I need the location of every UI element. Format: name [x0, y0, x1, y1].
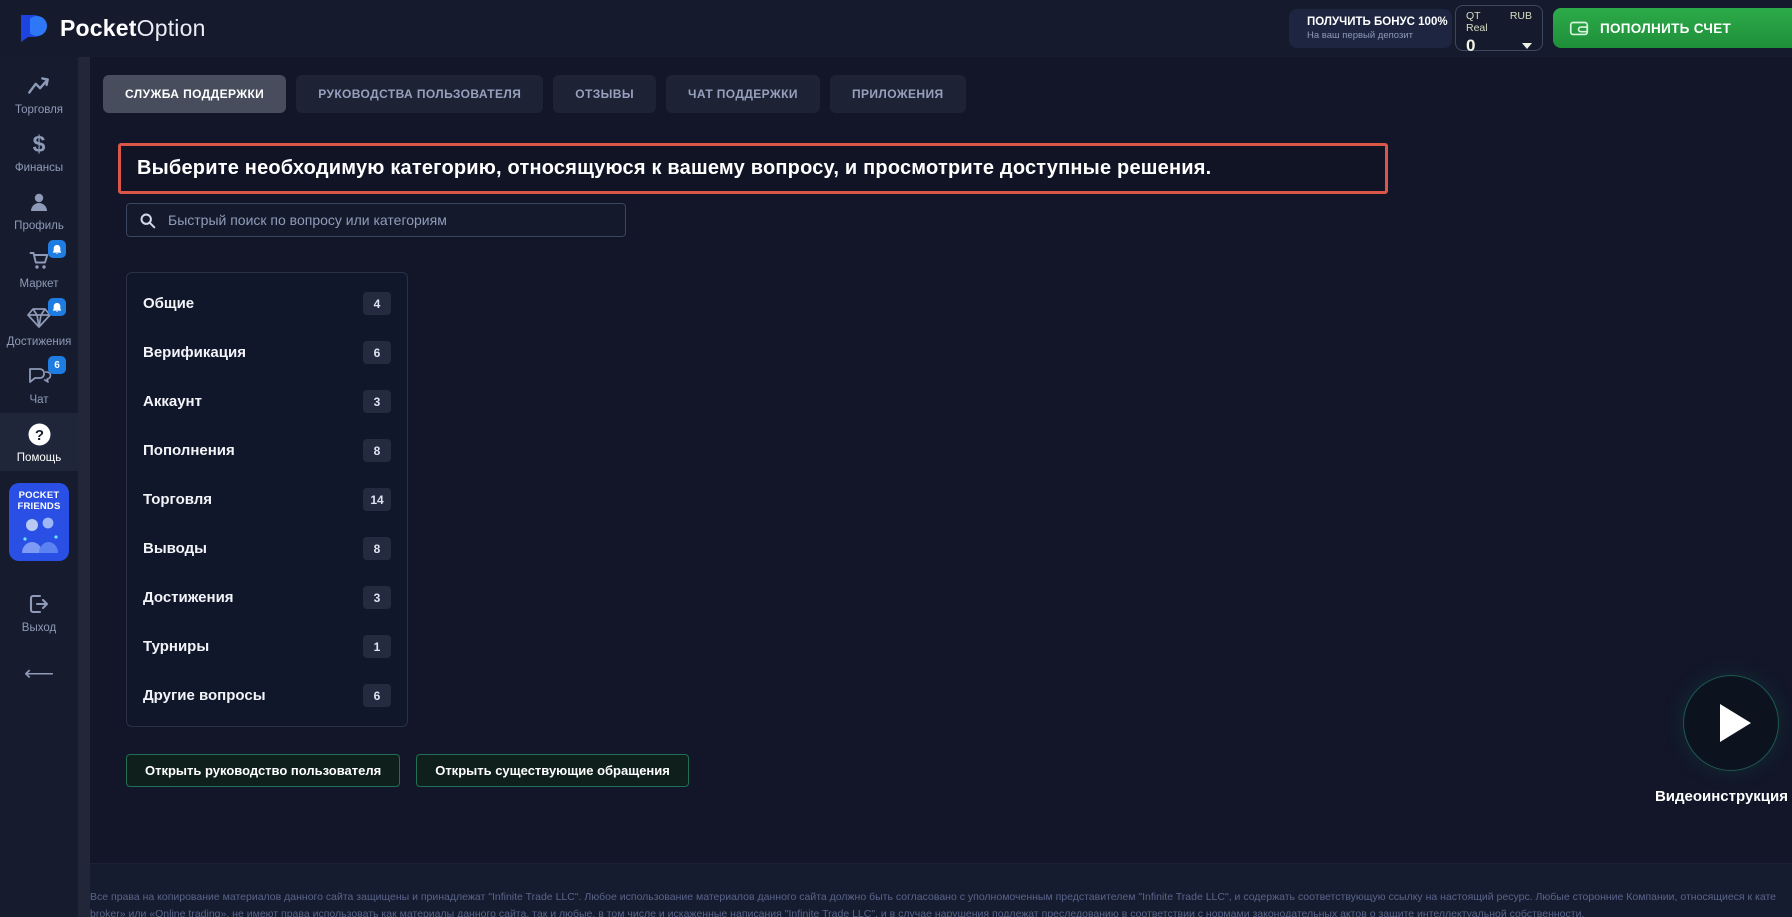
pocket-option-logo-icon: [16, 12, 52, 44]
sidebar-item-label: Торговля: [15, 104, 63, 116]
category-row-other[interactable]: Другие вопросы 6: [127, 671, 407, 720]
sidebar-scroll-track[interactable]: [78, 57, 90, 917]
sidebar-item-finances[interactable]: $ Финансы: [0, 123, 78, 181]
svg-text:?: ?: [34, 427, 43, 444]
help-action-buttons: Открыть руководство пользователя Открыть…: [126, 754, 689, 787]
category-count-badge: 8: [363, 439, 391, 462]
chat-count-badge: 6: [48, 356, 66, 374]
search-input[interactable]: [168, 212, 613, 228]
sidebar-item-profile[interactable]: Профиль: [0, 181, 78, 239]
left-sidebar: Торговля $ Финансы Профиль Маркет: [0, 57, 78, 917]
category-row-tournaments[interactable]: Турниры 1: [127, 622, 407, 671]
footer: Все права на копирование материалов данн…: [0, 863, 1792, 917]
sidebar-item-help[interactable]: ? Помощь: [0, 413, 78, 471]
top-header: PocketOption ПОЛУЧИТЬ БОНУС 100% На ваш …: [0, 0, 1792, 57]
category-count-badge: 6: [363, 684, 391, 707]
collapse-sidebar-icon[interactable]: ⟵: [24, 663, 54, 684]
chart-line-icon: [26, 73, 52, 99]
help-main-content: СЛУЖБА ПОДДЕРЖКИ РУКОВОДСТВА ПОЛЬЗОВАТЕЛ…: [90, 57, 1792, 863]
page-title: Выберите необходимую категорию, относящу…: [137, 157, 1369, 180]
category-count-badge: 14: [363, 488, 391, 511]
brand-logo[interactable]: PocketOption: [16, 12, 206, 44]
sidebar-item-chat[interactable]: 6 Чат: [0, 355, 78, 413]
sidebar-item-label: Маркет: [20, 278, 59, 290]
balance-selector[interactable]: QT Real RUB 0: [1455, 5, 1543, 51]
category-row-withdrawals[interactable]: Выводы 8: [127, 524, 407, 573]
category-row-trading[interactable]: Торговля 14: [127, 475, 407, 524]
chat-bubbles-icon: 6: [26, 363, 52, 389]
sidebar-item-label: Чат: [29, 394, 48, 406]
search-icon: [139, 212, 156, 229]
tab-support-chat[interactable]: ЧАТ ПОДДЕРЖКИ: [666, 75, 820, 113]
help-tabs: СЛУЖБА ПОДДЕРЖКИ РУКОВОДСТВА ПОЛЬЗОВАТЕЛ…: [103, 75, 966, 113]
category-row-verification[interactable]: Верификация 6: [127, 328, 407, 377]
pocket-option-help-page: PocketOption ПОЛУЧИТЬ БОНУС 100% На ваш …: [0, 0, 1792, 917]
dollar-icon: $: [26, 131, 52, 157]
open-existing-tickets-button[interactable]: Открыть существующие обращения: [416, 754, 689, 787]
pocket-friends-illustration: [13, 513, 65, 555]
gem-icon: [26, 305, 52, 331]
balance-amount: 0: [1466, 36, 1475, 56]
video-play-button[interactable]: [1683, 675, 1779, 771]
account-type-label: QT Real: [1466, 10, 1501, 34]
open-user-guide-button[interactable]: Открыть руководство пользователя: [126, 754, 400, 787]
category-count-badge: 3: [363, 586, 391, 609]
search-box[interactable]: [126, 203, 626, 237]
category-row-achievements[interactable]: Достижения 3: [127, 573, 407, 622]
sidebar-item-achievements[interactable]: Достижения: [0, 297, 78, 355]
tab-support-service[interactable]: СЛУЖБА ПОДДЕРЖКИ: [103, 75, 286, 113]
help-icon: ?: [26, 421, 52, 447]
pocket-friends-banner[interactable]: POCKET FRIENDS: [9, 483, 69, 561]
video-instruction-label: Видеоинструкция: [1652, 788, 1788, 805]
cart-icon: [26, 247, 52, 273]
category-count-badge: 4: [363, 292, 391, 315]
category-row-deposits[interactable]: Пополнения 8: [127, 426, 407, 475]
sidebar-item-label: Помощь: [17, 452, 61, 464]
sidebar-item-logout[interactable]: Выход: [0, 583, 78, 641]
category-row-account[interactable]: Аккаунт 3: [127, 377, 407, 426]
pocket-friends-label: POCKET FRIENDS: [17, 491, 60, 513]
bonus-title: ПОЛУЧИТЬ БОНУС 100%: [1307, 16, 1448, 28]
bonus-banner[interactable]: ПОЛУЧИТЬ БОНУС 100% На ваш первый депози…: [1289, 9, 1452, 48]
category-list: Общие 4 Верификация 6 Аккаунт 3 Пополнен…: [126, 272, 408, 727]
currency-label: RUB: [1510, 10, 1532, 34]
logout-icon: [26, 591, 52, 617]
tab-apps[interactable]: ПРИЛОЖЕНИЯ: [830, 75, 966, 113]
category-count-badge: 8: [363, 537, 391, 560]
bell-badge: [48, 298, 66, 316]
bonus-subtitle: На ваш первый депозит: [1307, 30, 1448, 41]
category-count-badge: 3: [363, 390, 391, 413]
sidebar-item-label: Выход: [22, 622, 56, 634]
sidebar-item-label: Профиль: [14, 220, 64, 232]
sidebar-item-market[interactable]: Маркет: [0, 239, 78, 297]
sidebar-item-label: Достижения: [7, 336, 72, 348]
play-icon: [1720, 704, 1751, 742]
user-icon: [26, 189, 52, 215]
bell-badge: [48, 240, 66, 258]
tab-reviews[interactable]: ОТЗЫВЫ: [553, 75, 656, 113]
category-count-badge: 1: [363, 635, 391, 658]
category-count-badge: 6: [363, 341, 391, 364]
wallet-icon: [1568, 17, 1590, 39]
deposit-button-label: ПОПОЛНИТЬ СЧЕТ: [1600, 21, 1731, 36]
chevron-down-icon: [1522, 43, 1532, 49]
brand-name: PocketOption: [60, 15, 206, 42]
category-row-general[interactable]: Общие 4: [127, 279, 407, 328]
bonus-texts: ПОЛУЧИТЬ БОНУС 100% На ваш первый депози…: [1307, 16, 1448, 41]
sidebar-item-label: Финансы: [15, 162, 63, 174]
tab-user-guides[interactable]: РУКОВОДСТВА ПОЛЬЗОВАТЕЛЯ: [296, 75, 543, 113]
sidebar-item-trading[interactable]: Торговля: [0, 65, 78, 123]
deposit-button[interactable]: ПОПОЛНИТЬ СЧЕТ: [1553, 8, 1792, 48]
footer-legal-text: Все права на копирование материалов данн…: [90, 889, 1792, 917]
headline-highlight-box: Выберите необходимую категорию, относящу…: [118, 143, 1388, 194]
